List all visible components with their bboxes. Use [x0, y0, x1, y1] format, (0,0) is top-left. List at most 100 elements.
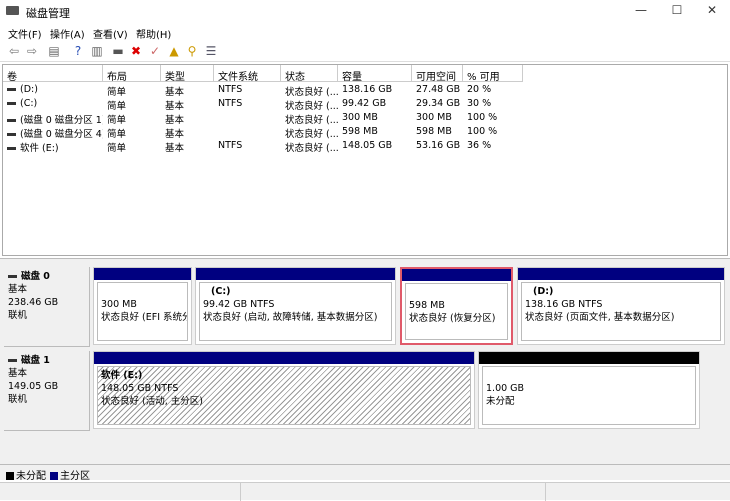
table-cell: 300 MB [338, 111, 412, 125]
column-header[interactable]: 卷 [3, 65, 103, 83]
properties-icon[interactable]: ✓ [147, 43, 163, 59]
disk-name: 磁盘 0 [8, 270, 85, 283]
table-cell: 简单 [103, 139, 161, 153]
help-icon[interactable]: ? [70, 43, 86, 59]
partition-size: 148.05 GB NTFS [101, 383, 179, 394]
cell-text: 300 MB [416, 112, 452, 123]
connect-disk-icon[interactable]: ▬ [110, 43, 126, 59]
disk-info-1[interactable]: 磁盘 1 基本 149.05 GB 联机 [4, 351, 90, 431]
partition-details: 300 MB 状态良好 (EFI 系统分[ [97, 282, 188, 341]
partition-details: (C:) 99.42 GB NTFS 状态良好 (启动, 故障转储, 基本数据分区) [199, 282, 392, 341]
column-header[interactable]: 容量 [338, 65, 412, 83]
cell-text: 36 % [467, 140, 492, 151]
table-cell: 基本 [161, 83, 214, 97]
table-cell: 100 % [463, 111, 523, 125]
partition-size: 300 MB [101, 299, 137, 310]
legend-item: 主分区 [50, 467, 90, 482]
cell-text: (C:) [20, 98, 38, 109]
partition-label: 软件 (E:) [101, 370, 143, 381]
menu-action[interactable]: 操作(A) [50, 26, 85, 41]
table-cell: NTFS [214, 97, 281, 111]
disk-status: 联机 [8, 394, 28, 405]
table-row[interactable]: 软件 (E:) 简单 基本 NTFS 状态良好 (... 148.05 GB 53.16 G… [3, 139, 523, 153]
cell-text: 100 % [467, 126, 498, 137]
disk-icon [8, 359, 17, 362]
cell-text: 软件 (E:) [20, 143, 59, 153]
partition-details: 软件 (E:) 148.05 GB NTFS 状态良好 (活动, 主分区) [97, 366, 471, 425]
partition[interactable]: 300 MB 状态良好 (EFI 系统分[ [93, 267, 192, 345]
table-cell: 598 MB [412, 125, 463, 139]
table-row[interactable]: (C:) 简单 基本 NTFS 状态良好 (... 99.42 GB 29.34 GB 30 … [3, 97, 523, 111]
disk-name-text: 磁盘 1 [21, 355, 50, 366]
explore-icon[interactable]: ⚲ [184, 43, 200, 59]
partition-type-bar [479, 352, 699, 364]
cell-text: 100 % [467, 112, 498, 123]
partition[interactable]: (D:) 138.16 GB NTFS 状态良好 (页面文件, 基本数据分区) [517, 267, 725, 345]
table-cell: 简单 [103, 125, 161, 139]
legend-item: 未分配 [6, 467, 46, 482]
table-cell: (磁盘 0 磁盘分区 1) [3, 111, 103, 125]
partition-size: 99.42 GB NTFS [203, 299, 275, 310]
minimize-button[interactable]: — [626, 3, 656, 19]
table-cell: 状态良好 (... [281, 125, 338, 139]
partition[interactable]: 598 MB 状态良好 (恢复分区) [400, 267, 513, 345]
menu-bar: 文件(F) 操作(A) 查看(V) 帮助(H) [0, 22, 730, 41]
table-cell: (C:) [3, 97, 103, 111]
back-icon[interactable]: ⇦ [6, 43, 22, 59]
cell-text: 基本 [165, 87, 185, 97]
table-cell: 598 MB [338, 125, 412, 139]
table-cell: 基本 [161, 97, 214, 111]
partition-status: 状态良好 (活动, 主分区) [101, 396, 203, 407]
cell-text: 53.16 GB [416, 140, 461, 151]
legend-label: 主分区 [60, 471, 90, 482]
column-header[interactable]: 可用空间 [412, 65, 463, 83]
table-cell: 20 % [463, 83, 523, 97]
table-cell: 148.05 GB [338, 139, 412, 153]
disk-info-0[interactable]: 磁盘 0 基本 238.46 GB 联机 [4, 267, 90, 347]
table-cell: 基本 [161, 125, 214, 139]
partition[interactable]: 软件 (E:) 148.05 GB NTFS 状态良好 (活动, 主分区) [93, 351, 475, 429]
column-header[interactable]: % 可用 [463, 65, 523, 83]
show-hide-tree-icon[interactable]: ▤ [46, 43, 62, 59]
table-cell [214, 125, 281, 139]
partition[interactable]: (C:) 99.42 GB NTFS 状态良好 (启动, 故障转储, 基本数据分区) [195, 267, 396, 345]
volume-icon [7, 102, 16, 105]
partition-label [486, 369, 692, 382]
column-header[interactable]: 类型 [161, 65, 214, 83]
delete-icon[interactable]: ✖ [128, 43, 144, 59]
volume-icon [7, 119, 16, 122]
table-cell: 300 MB [412, 111, 463, 125]
legend-swatch [6, 472, 14, 480]
maximize-button[interactable]: ☐ [662, 3, 692, 19]
forward-icon[interactable]: ⇨ [24, 43, 40, 59]
table-cell: 36 % [463, 139, 523, 153]
partition-type-bar [94, 268, 191, 280]
table-cell [214, 111, 281, 125]
table-row[interactable]: (磁盘 0 磁盘分区 1) 简单 基本 状态良好 (... 300 MB 300 MB 10… [3, 111, 523, 125]
menu-help[interactable]: 帮助(H) [136, 26, 171, 41]
cell-text: 138.16 GB [342, 84, 393, 95]
partition-type-bar [94, 352, 474, 364]
partition[interactable]: 1.00 GB 未分配 [478, 351, 700, 429]
cell-text: 基本 [165, 101, 185, 111]
table-cell: 状态良好 (... [281, 83, 338, 97]
column-header[interactable]: 状态 [281, 65, 338, 83]
table-cell: (D:) [3, 83, 103, 97]
menu-view[interactable]: 查看(V) [93, 26, 128, 41]
cell-text: 598 MB [416, 126, 452, 137]
title-bar: 磁盘管理 — ☐ ✕ [0, 0, 730, 22]
table-cell: NTFS [214, 139, 281, 153]
show-hide-action-pane-icon[interactable]: ▥ [89, 43, 105, 59]
table-cell: (磁盘 0 磁盘分区 4) [3, 125, 103, 139]
cell-text: (D:) [20, 84, 38, 95]
column-header[interactable]: 布局 [103, 65, 161, 83]
table-cell: 简单 [103, 111, 161, 125]
table-cell: NTFS [214, 83, 281, 97]
menu-file[interactable]: 文件(F) [8, 26, 42, 41]
column-header[interactable]: 文件系统 [214, 65, 281, 83]
open-folder-icon[interactable]: ▲ [166, 43, 182, 59]
list-icon[interactable]: ☰ [203, 43, 219, 59]
close-button[interactable]: ✕ [697, 3, 727, 19]
table-row[interactable]: (D:) 简单 基本 NTFS 状态良好 (... 138.16 GB 27.48 GB 20… [3, 83, 523, 97]
table-row[interactable]: (磁盘 0 磁盘分区 4) 简单 基本 状态良好 (... 598 MB 598 MB 10… [3, 125, 523, 139]
